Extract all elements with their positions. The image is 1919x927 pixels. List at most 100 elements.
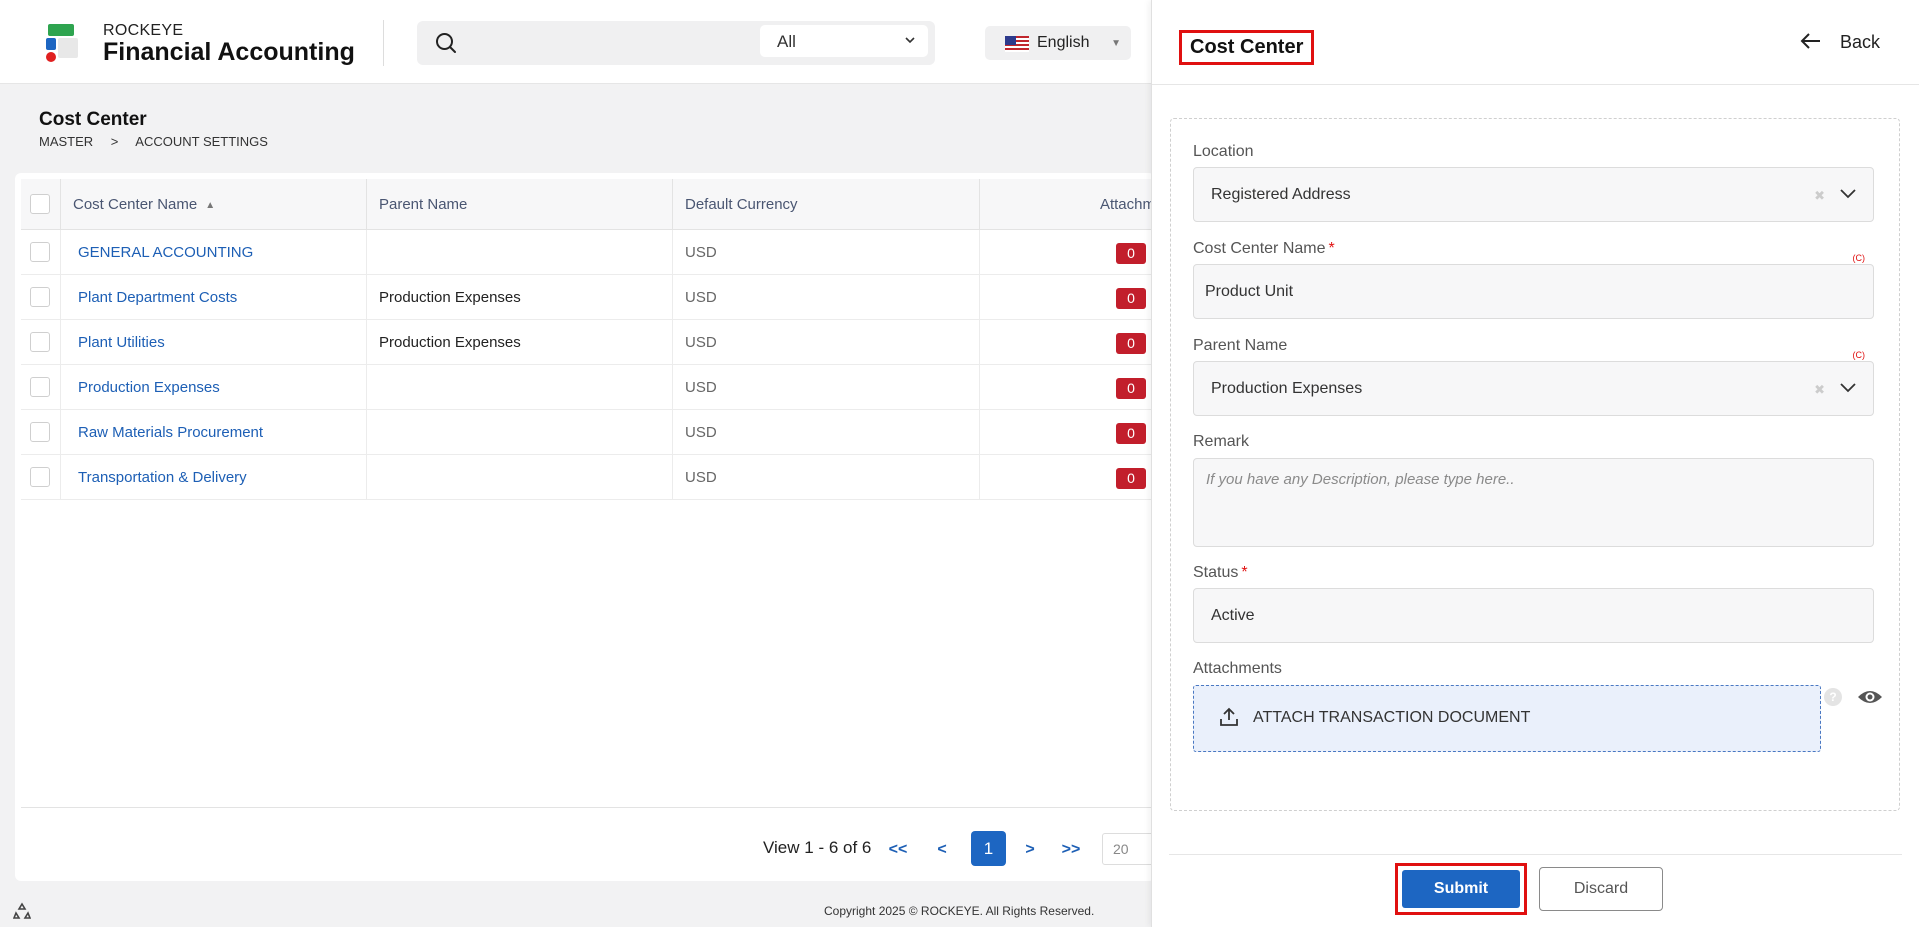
language-select[interactable]: English ▼ xyxy=(985,26,1131,60)
cost-center-name-label-text: Cost Center Name xyxy=(1193,240,1326,257)
breadcrumb: MASTER > ACCOUNT SETTINGS xyxy=(39,134,282,149)
table-row[interactable]: Production Expenses USD 0 xyxy=(21,365,1155,410)
row-checkbox[interactable] xyxy=(30,377,50,397)
attach-document-dropzone[interactable]: ATTACH TRANSACTION DOCUMENT xyxy=(1193,685,1821,752)
parent-name-cell xyxy=(367,365,673,410)
header-divider xyxy=(383,20,384,66)
attachments-cell: 0 xyxy=(980,365,1155,410)
attachment-count-badge[interactable]: 0 xyxy=(1116,423,1146,444)
table-row[interactable]: Raw Materials Procurement USD 0 xyxy=(21,410,1155,455)
clear-icon[interactable]: ✖ xyxy=(1814,382,1825,398)
col-attachments: Attachm xyxy=(1099,196,1155,213)
help-icon[interactable]: ? xyxy=(1824,688,1842,706)
page-title: Cost Center xyxy=(39,109,147,130)
attachments-cell: 0 xyxy=(980,410,1155,455)
row-checkbox[interactable] xyxy=(30,287,50,307)
sort-icon[interactable]: ▲ xyxy=(205,180,215,231)
parent-name-cell: Production Expenses xyxy=(367,275,673,320)
row-select-cell xyxy=(21,320,61,365)
col-default-currency: Default Currency xyxy=(673,179,980,230)
row-checkbox[interactable] xyxy=(30,422,50,442)
cost-center-name-cell[interactable]: Transportation & Delivery xyxy=(61,455,367,500)
col-cost-center-name-label: Cost Center Name xyxy=(73,196,198,213)
status-label-text: Status xyxy=(1193,564,1239,581)
attachments-cell: 0 xyxy=(980,455,1155,500)
breadcrumb-master[interactable]: MASTER xyxy=(39,134,93,149)
arrow-left-icon[interactable] xyxy=(1800,32,1822,50)
table-row[interactable]: Plant Department Costs Production Expense… xyxy=(21,275,1155,320)
attachment-count-badge[interactable]: 0 xyxy=(1116,243,1146,264)
parent-name-select[interactable]: Production Expenses ✖ xyxy=(1193,361,1874,416)
panel-title: Cost Center xyxy=(1179,30,1315,65)
row-checkbox[interactable] xyxy=(30,332,50,352)
attachments-cell: 0 xyxy=(980,275,1155,320)
cost-center-name-field[interactable]: Product Unit xyxy=(1193,264,1874,319)
cost-center-form-panel: Cost Center Back Location Registered Add… xyxy=(1151,0,1919,927)
us-flag-icon xyxy=(1005,36,1029,52)
global-search: All xyxy=(417,21,935,65)
attachments-cell: 0 xyxy=(980,320,1155,365)
table-row[interactable]: Transportation & Delivery USD 0 xyxy=(21,455,1155,500)
search-icon[interactable] xyxy=(435,32,457,54)
attachment-count-badge[interactable]: 0 xyxy=(1116,378,1146,399)
first-page-button[interactable]: << xyxy=(883,833,913,867)
row-checkbox[interactable] xyxy=(30,242,50,262)
pager-info: View 1 - 6 of 6 xyxy=(763,838,872,857)
parent-name-cell xyxy=(367,455,673,500)
currency-cell: USD xyxy=(673,275,980,320)
cost-center-name-cell[interactable]: Plant Utilities xyxy=(61,320,367,365)
attachment-count-badge[interactable]: 0 xyxy=(1116,288,1146,309)
search-scope-select[interactable]: All xyxy=(760,25,928,57)
parent-name-value: Production Expenses xyxy=(1211,380,1363,397)
search-input[interactable] xyxy=(473,29,673,57)
status-label: Status * xyxy=(1193,564,1248,582)
required-marker: * xyxy=(1241,564,1248,581)
row-select-cell xyxy=(21,365,61,410)
cost-center-name-cell[interactable]: Production Expenses xyxy=(61,365,367,410)
cost-center-name-cell[interactable]: Raw Materials Procurement xyxy=(61,410,367,455)
cost-center-name-label: Cost Center Name * xyxy=(1193,240,1335,258)
table-row[interactable]: Plant Utilities Production Expenses USD 0 xyxy=(21,320,1155,365)
attachment-count-badge[interactable]: 0 xyxy=(1116,468,1146,489)
prev-page-button[interactable]: < xyxy=(927,833,957,867)
brand-title: Financial Accounting xyxy=(103,38,355,66)
submit-button[interactable]: Submit xyxy=(1402,870,1520,908)
location-label: Location xyxy=(1193,143,1254,160)
search-scope-value: All xyxy=(777,32,796,51)
current-page-button[interactable]: 1 xyxy=(971,831,1006,866)
attachment-count-badge[interactable]: 0 xyxy=(1116,333,1146,354)
clear-icon[interactable]: ✖ xyxy=(1814,188,1825,204)
cost-center-name-cell[interactable]: Plant Department Costs xyxy=(61,275,367,320)
next-page-button[interactable]: > xyxy=(1015,833,1045,867)
parent-name-cell xyxy=(367,230,673,275)
last-page-button[interactable]: >> xyxy=(1056,833,1086,867)
attachments-cell: 0 xyxy=(980,230,1155,275)
back-button[interactable]: Back xyxy=(1840,32,1880,53)
panel-header-divider xyxy=(1152,84,1919,85)
discard-button[interactable]: Discard xyxy=(1539,867,1663,911)
currency-cell: USD xyxy=(673,230,980,275)
status-field[interactable]: Active xyxy=(1193,588,1874,643)
eye-icon[interactable] xyxy=(1857,688,1883,706)
select-all-checkbox[interactable] xyxy=(30,194,50,214)
status-value: Active xyxy=(1211,607,1255,624)
location-select[interactable]: Registered Address ✖ xyxy=(1193,167,1874,222)
col-parent-name: Parent Name xyxy=(367,179,673,230)
submit-highlight: Submit xyxy=(1395,863,1527,915)
chevron-down-icon xyxy=(905,37,915,44)
recycle-icon[interactable] xyxy=(13,902,31,920)
remark-textarea[interactable]: If you have any Description, please type… xyxy=(1193,458,1874,547)
location-value: Registered Address xyxy=(1211,186,1351,203)
chevron-down-icon xyxy=(1840,189,1856,199)
col-cost-center-name[interactable]: Cost Center Name ▲ xyxy=(61,179,367,230)
row-checkbox[interactable] xyxy=(30,467,50,487)
cost-center-name-cell[interactable]: GENERAL ACCOUNTING xyxy=(61,230,367,275)
chevron-down-icon xyxy=(1840,383,1856,393)
table-row[interactable]: GENERAL ACCOUNTING USD 0 xyxy=(21,230,1155,275)
breadcrumb-account-settings[interactable]: ACCOUNT SETTINGS xyxy=(135,134,268,149)
currency-cell: USD xyxy=(673,410,980,455)
parent-name-label: Parent Name xyxy=(1193,337,1288,354)
upload-icon xyxy=(1220,707,1238,726)
caret-down-icon: ▼ xyxy=(1111,38,1121,49)
required-marker: * xyxy=(1328,240,1335,257)
